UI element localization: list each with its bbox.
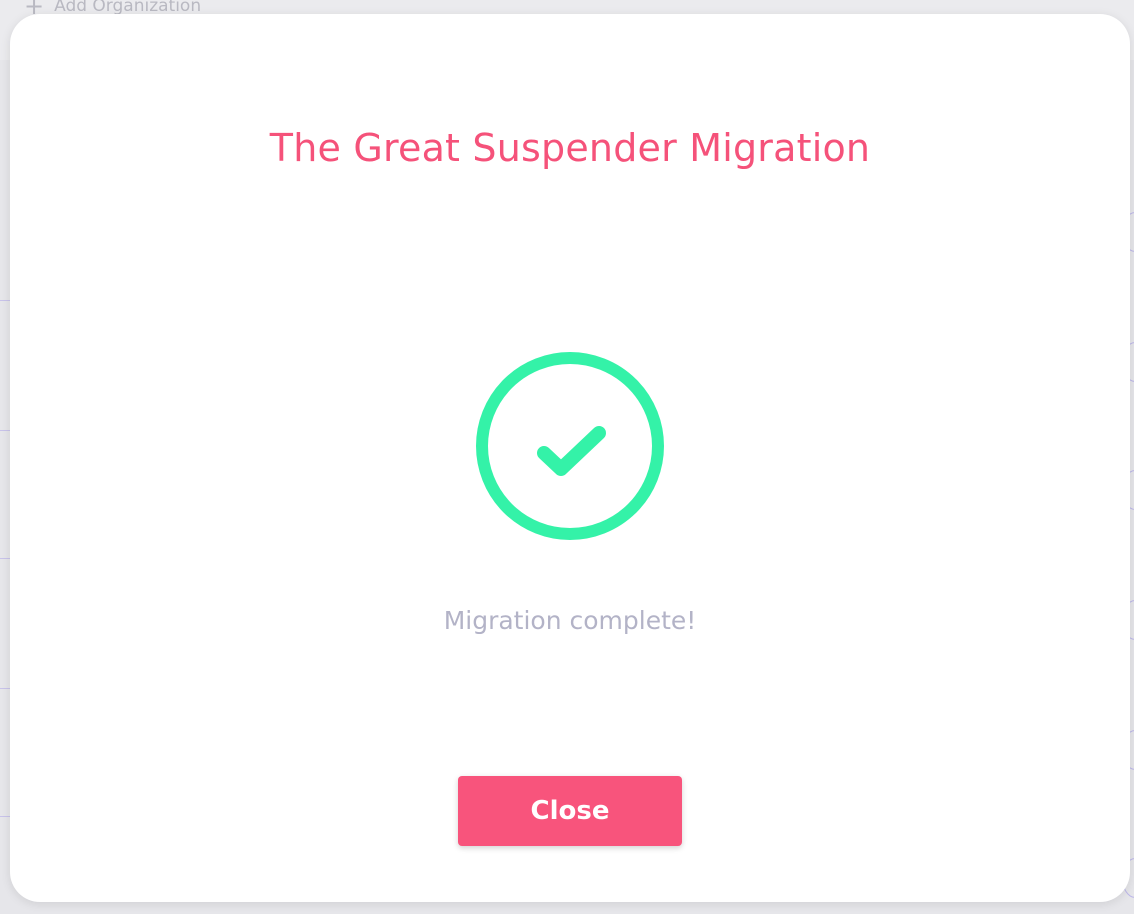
modal-title: The Great Suspender Migration	[269, 126, 871, 170]
migration-modal: The Great Suspender Migration Migration …	[10, 14, 1130, 902]
close-button[interactable]: Close	[458, 776, 682, 846]
check-circle-icon	[474, 350, 666, 542]
status-message: Migration complete!	[443, 606, 697, 635]
